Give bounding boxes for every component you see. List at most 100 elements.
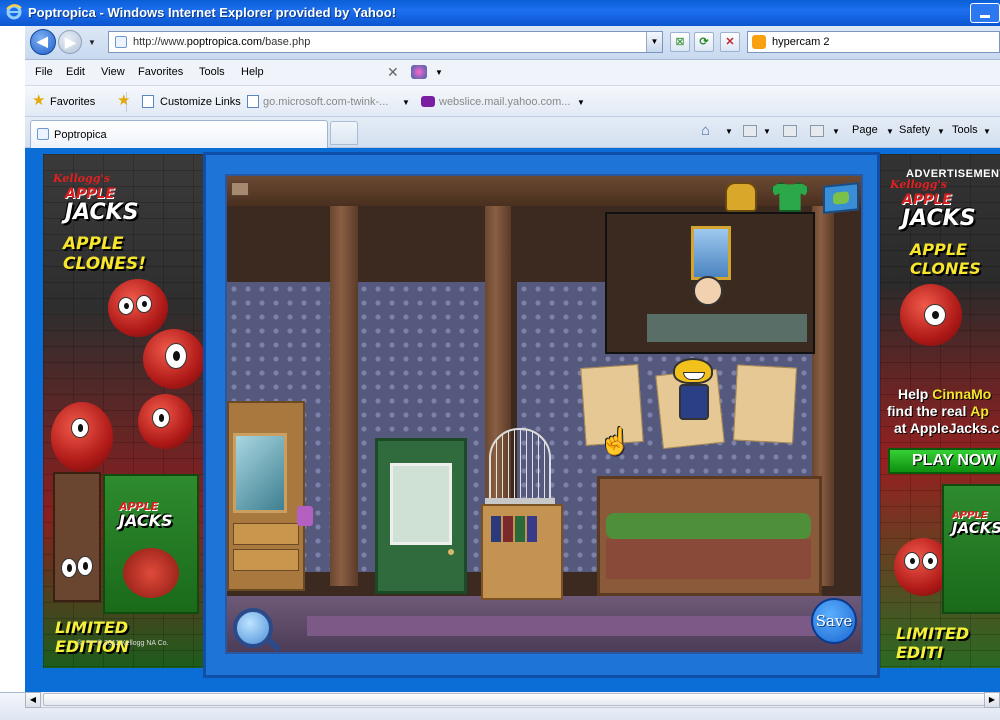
address-input[interactable]: http://www.poptropica.com/base.php ▼ — [108, 31, 663, 53]
crow-poster[interactable] — [733, 364, 797, 444]
menu-favorites[interactable]: Favorites — [138, 66, 183, 78]
toolbar-addon-icon[interactable] — [411, 65, 427, 79]
page-link-icon — [142, 95, 154, 108]
backpack-icon[interactable] — [725, 182, 757, 212]
vanity-dresser[interactable] — [227, 401, 305, 591]
back-arrow-icon: ◀ — [37, 33, 48, 49]
add-favorite-icon[interactable]: ★ — [117, 93, 130, 108]
poptropica-game-scene[interactable]: ☝ Save — [225, 174, 863, 654]
search-input[interactable]: hypercam 2 — [747, 31, 1000, 53]
link-microsoft[interactable]: go.microsoft.com-twink-... — [263, 96, 388, 108]
back-button[interactable]: ◀ — [30, 29, 56, 55]
print-dropdown[interactable]: ▼ — [832, 127, 840, 136]
game-frame: ☝ Save — [203, 152, 880, 678]
address-toolbar: ◀ ▶ ▼ http://www.poptropica.com/base.php… — [25, 26, 1000, 60]
stop-icon: ✕ — [725, 36, 735, 48]
favorites-button[interactable]: Favorites — [50, 96, 95, 108]
page-menu[interactable]: Page — [852, 124, 878, 136]
apple-clone-character — [143, 329, 203, 389]
apple-clone-character — [138, 394, 193, 449]
forward-button[interactable]: ▶ — [58, 30, 82, 54]
new-tab-button[interactable] — [330, 121, 358, 145]
scrollbar-thumb[interactable] — [43, 693, 998, 706]
hand-cursor-icon: ☝ — [599, 426, 632, 456]
window-title-bar: Poptropica - Windows Internet Explorer p… — [0, 0, 1000, 26]
dresser-drawer[interactable] — [233, 549, 299, 571]
tab-favicon-icon — [37, 128, 49, 140]
bed-frame — [606, 539, 811, 579]
apple-jacks-logo: APPLE JACKS — [65, 186, 139, 225]
feeds-dropdown[interactable]: ▼ — [763, 127, 771, 136]
tab-poptropica[interactable]: Poptropica — [30, 120, 328, 148]
compatibility-view-button[interactable]: ⊠ — [670, 32, 690, 52]
menu-tools[interactable]: Tools — [199, 66, 225, 78]
scroll-left-arrow-icon[interactable]: ◀ — [25, 692, 41, 708]
book — [527, 516, 537, 542]
left-advertisement[interactable]: Kellogg's APPLE JACKS APPLE CLONES! APPL… — [43, 154, 203, 668]
safety-menu[interactable]: Safety — [899, 124, 930, 136]
menu-file[interactable]: File — [35, 66, 53, 78]
door-window — [390, 463, 452, 545]
kelloggs-logo: Kellogg's — [53, 172, 110, 185]
link-yahoo-mail[interactable]: webslice.mail.yahoo.com... — [439, 96, 570, 108]
bed[interactable] — [597, 476, 822, 596]
player-avatar-head[interactable] — [673, 358, 713, 384]
page-viewport: Kellogg's APPLE JACKS APPLE CLONES! APPL… — [25, 148, 1000, 692]
page-link-icon — [247, 95, 259, 108]
address-url: http://www.poptropica.com/base.php — [133, 36, 311, 48]
toolbar-addon-dropdown[interactable]: ▼ — [435, 68, 443, 77]
ad-help-line-1: Help CinnaMo — [898, 386, 992, 402]
apple-clone-character — [51, 402, 113, 472]
address-dropdown-button[interactable]: ▼ — [646, 32, 662, 52]
favorites-bar: ★ Favorites ★ Customize Links go.microso… — [25, 86, 1000, 117]
menu-help[interactable]: Help — [241, 66, 264, 78]
birdcage[interactable] — [489, 428, 551, 502]
limited-edition-text: LIMITED EDITI — [896, 624, 970, 662]
customize-links[interactable]: Customize Links — [160, 96, 241, 108]
dresser-drawer[interactable] — [233, 523, 299, 545]
right-advertisement[interactable]: ADVERTISEMENT Kellogg's APPLE JACKS APPL… — [880, 154, 1000, 668]
bookshelf[interactable] — [481, 504, 563, 600]
tab-label: Poptropica — [54, 129, 107, 141]
refresh-button[interactable]: ⟳ — [694, 32, 714, 52]
limited-edition-text: LIMITED EDITION — [55, 618, 130, 656]
apple-clone-character — [108, 279, 168, 337]
save-button[interactable]: Save — [811, 598, 857, 644]
minimize-button[interactable] — [970, 3, 1000, 23]
floor-rug — [307, 616, 827, 636]
apple-clone-character — [900, 284, 962, 346]
ad-copyright: ®, ™, © 2011 Kellogg NA Co. — [77, 640, 169, 647]
favorites-star-icon: ★ — [32, 92, 46, 109]
close-toolbar-icon[interactable]: ✕ — [387, 64, 399, 81]
stop-button[interactable]: ✕ — [720, 32, 740, 52]
tab-bar: Poptropica ⌂ ▼ ▼ ▼ Page ▼ Safety ▼ Tools… — [25, 117, 1000, 148]
island-map-icon[interactable] — [823, 182, 859, 214]
tools-dropdown-icon: ▼ — [983, 127, 991, 136]
menu-bar: File Edit View Favorites Tools Help ✕ ▼ — [25, 60, 1000, 86]
read-mail-icon[interactable] — [783, 125, 797, 137]
room-icon[interactable] — [231, 182, 249, 196]
home-dropdown[interactable]: ▼ — [725, 127, 733, 136]
recent-pages-dropdown[interactable]: ▼ — [88, 38, 96, 47]
player-avatar-body[interactable] — [679, 384, 709, 420]
ad-help-line-3: at AppleJacks.c — [894, 420, 1000, 436]
ad-help-line-2: find the real Ap — [887, 403, 989, 419]
green-door[interactable] — [375, 438, 467, 594]
home-icon[interactable]: ⌂ — [701, 122, 710, 139]
menu-edit[interactable]: Edit — [66, 66, 85, 78]
clerk-character — [693, 276, 723, 306]
rss-feeds-icon[interactable] — [743, 125, 757, 137]
link-yahoo-dropdown[interactable]: ▼ — [577, 98, 585, 107]
window-left-edge — [0, 26, 25, 692]
door-knob — [448, 549, 454, 555]
horizontal-scrollbar[interactable]: ◀ ▶ — [25, 692, 1000, 708]
scroll-right-arrow-icon[interactable]: ▶ — [984, 692, 1000, 708]
yahoo-search-icon — [752, 35, 766, 49]
print-icon[interactable] — [810, 125, 824, 137]
tools-menu[interactable]: Tools — [952, 124, 978, 136]
play-now-button[interactable]: PLAY NOW — [888, 448, 1000, 474]
magnifier-icon[interactable] — [233, 608, 273, 648]
link-microsoft-dropdown[interactable]: ▼ — [402, 98, 410, 107]
wooden-beam — [330, 206, 358, 586]
menu-view[interactable]: View — [101, 66, 125, 78]
